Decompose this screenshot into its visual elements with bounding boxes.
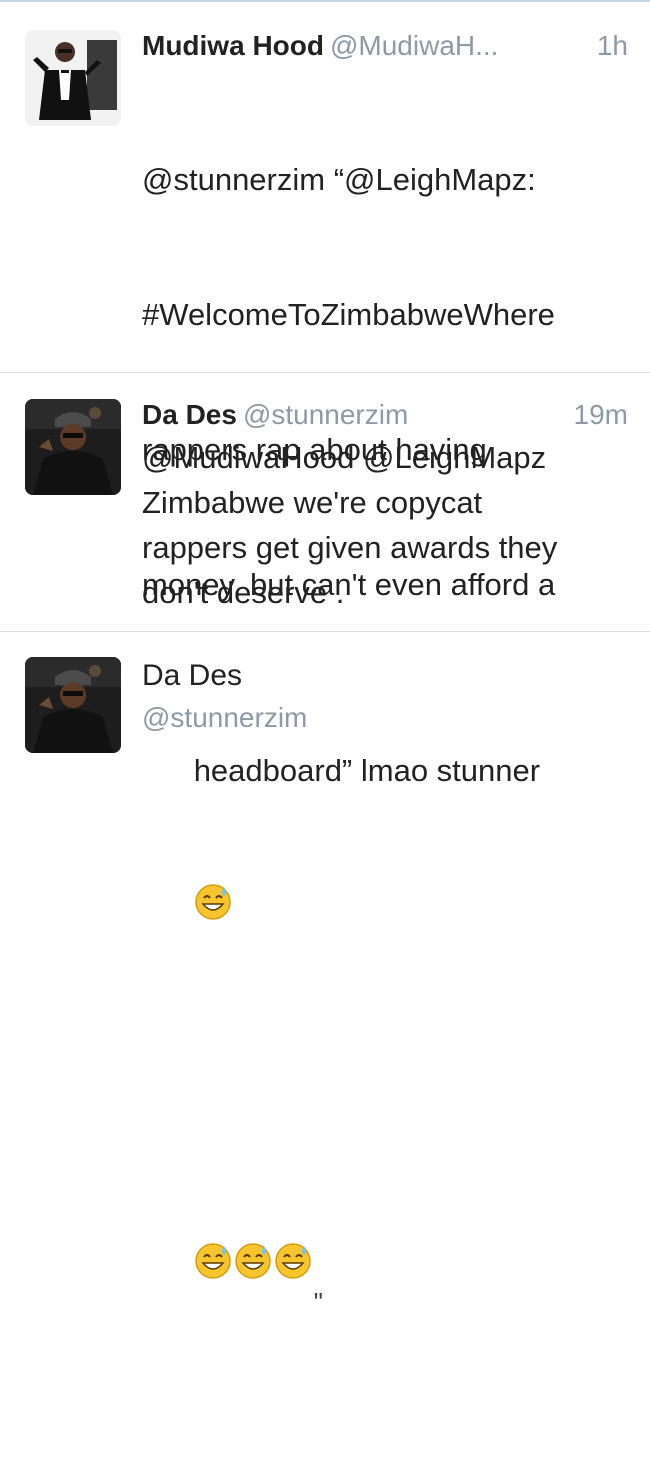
tweet-header: Mudiwa Hood @MudiwaH... 1h (142, 30, 628, 70)
tweet-text: @MudiwaHood @LeighMapz Zimbabwe we're co… (142, 440, 558, 610)
profile-card[interactable]: Da Des @stunnerzim (0, 632, 650, 792)
sweat-smile-emoji-icon (194, 1152, 232, 1279)
timestamp: 19m (573, 399, 628, 430)
person-in-tuxedo-avatar-icon (25, 30, 121, 126)
author-handle[interactable]: @MudiwaH... (330, 30, 498, 61)
tweet-header: Da Des @stunnerzim 19m (142, 399, 628, 439)
man-in-cap-avatar-icon (25, 657, 121, 753)
sweat-smile-emoji-icon (194, 793, 232, 920)
author-name[interactable]: Da Des (142, 399, 237, 430)
sweat-smile-emoji-icon (234, 1152, 272, 1279)
hashtag-line[interactable]: #WelcomeToZimbabweWhere (142, 292, 632, 337)
closing-quote: " (313, 1287, 323, 1317)
sweat-smile-emoji-icon (274, 1152, 312, 1279)
profile-handle[interactable]: @stunnerzim (142, 702, 307, 734)
man-in-cap-avatar-icon (25, 399, 121, 495)
author-handle[interactable]: @stunnerzim (243, 399, 408, 430)
tweet-1[interactable]: Mudiwa Hood @MudiwaH... 1h @stunnerzim “@… (0, 0, 650, 1317)
avatar[interactable] (25, 399, 121, 495)
tweet-text-line: @stunnerzim “@LeighMapz: (142, 162, 536, 197)
avatar[interactable] (25, 30, 121, 126)
timestamp: 1h (596, 30, 628, 61)
emoji-line: " (142, 1107, 632, 1374)
profile-name[interactable]: Da Des (142, 659, 242, 693)
avatar[interactable] (25, 657, 121, 753)
author-name[interactable]: Mudiwa Hood (142, 30, 324, 61)
tweet-2[interactable]: Da Des @stunnerzim 19m @MudiwaHood @Leigh… (0, 373, 650, 631)
